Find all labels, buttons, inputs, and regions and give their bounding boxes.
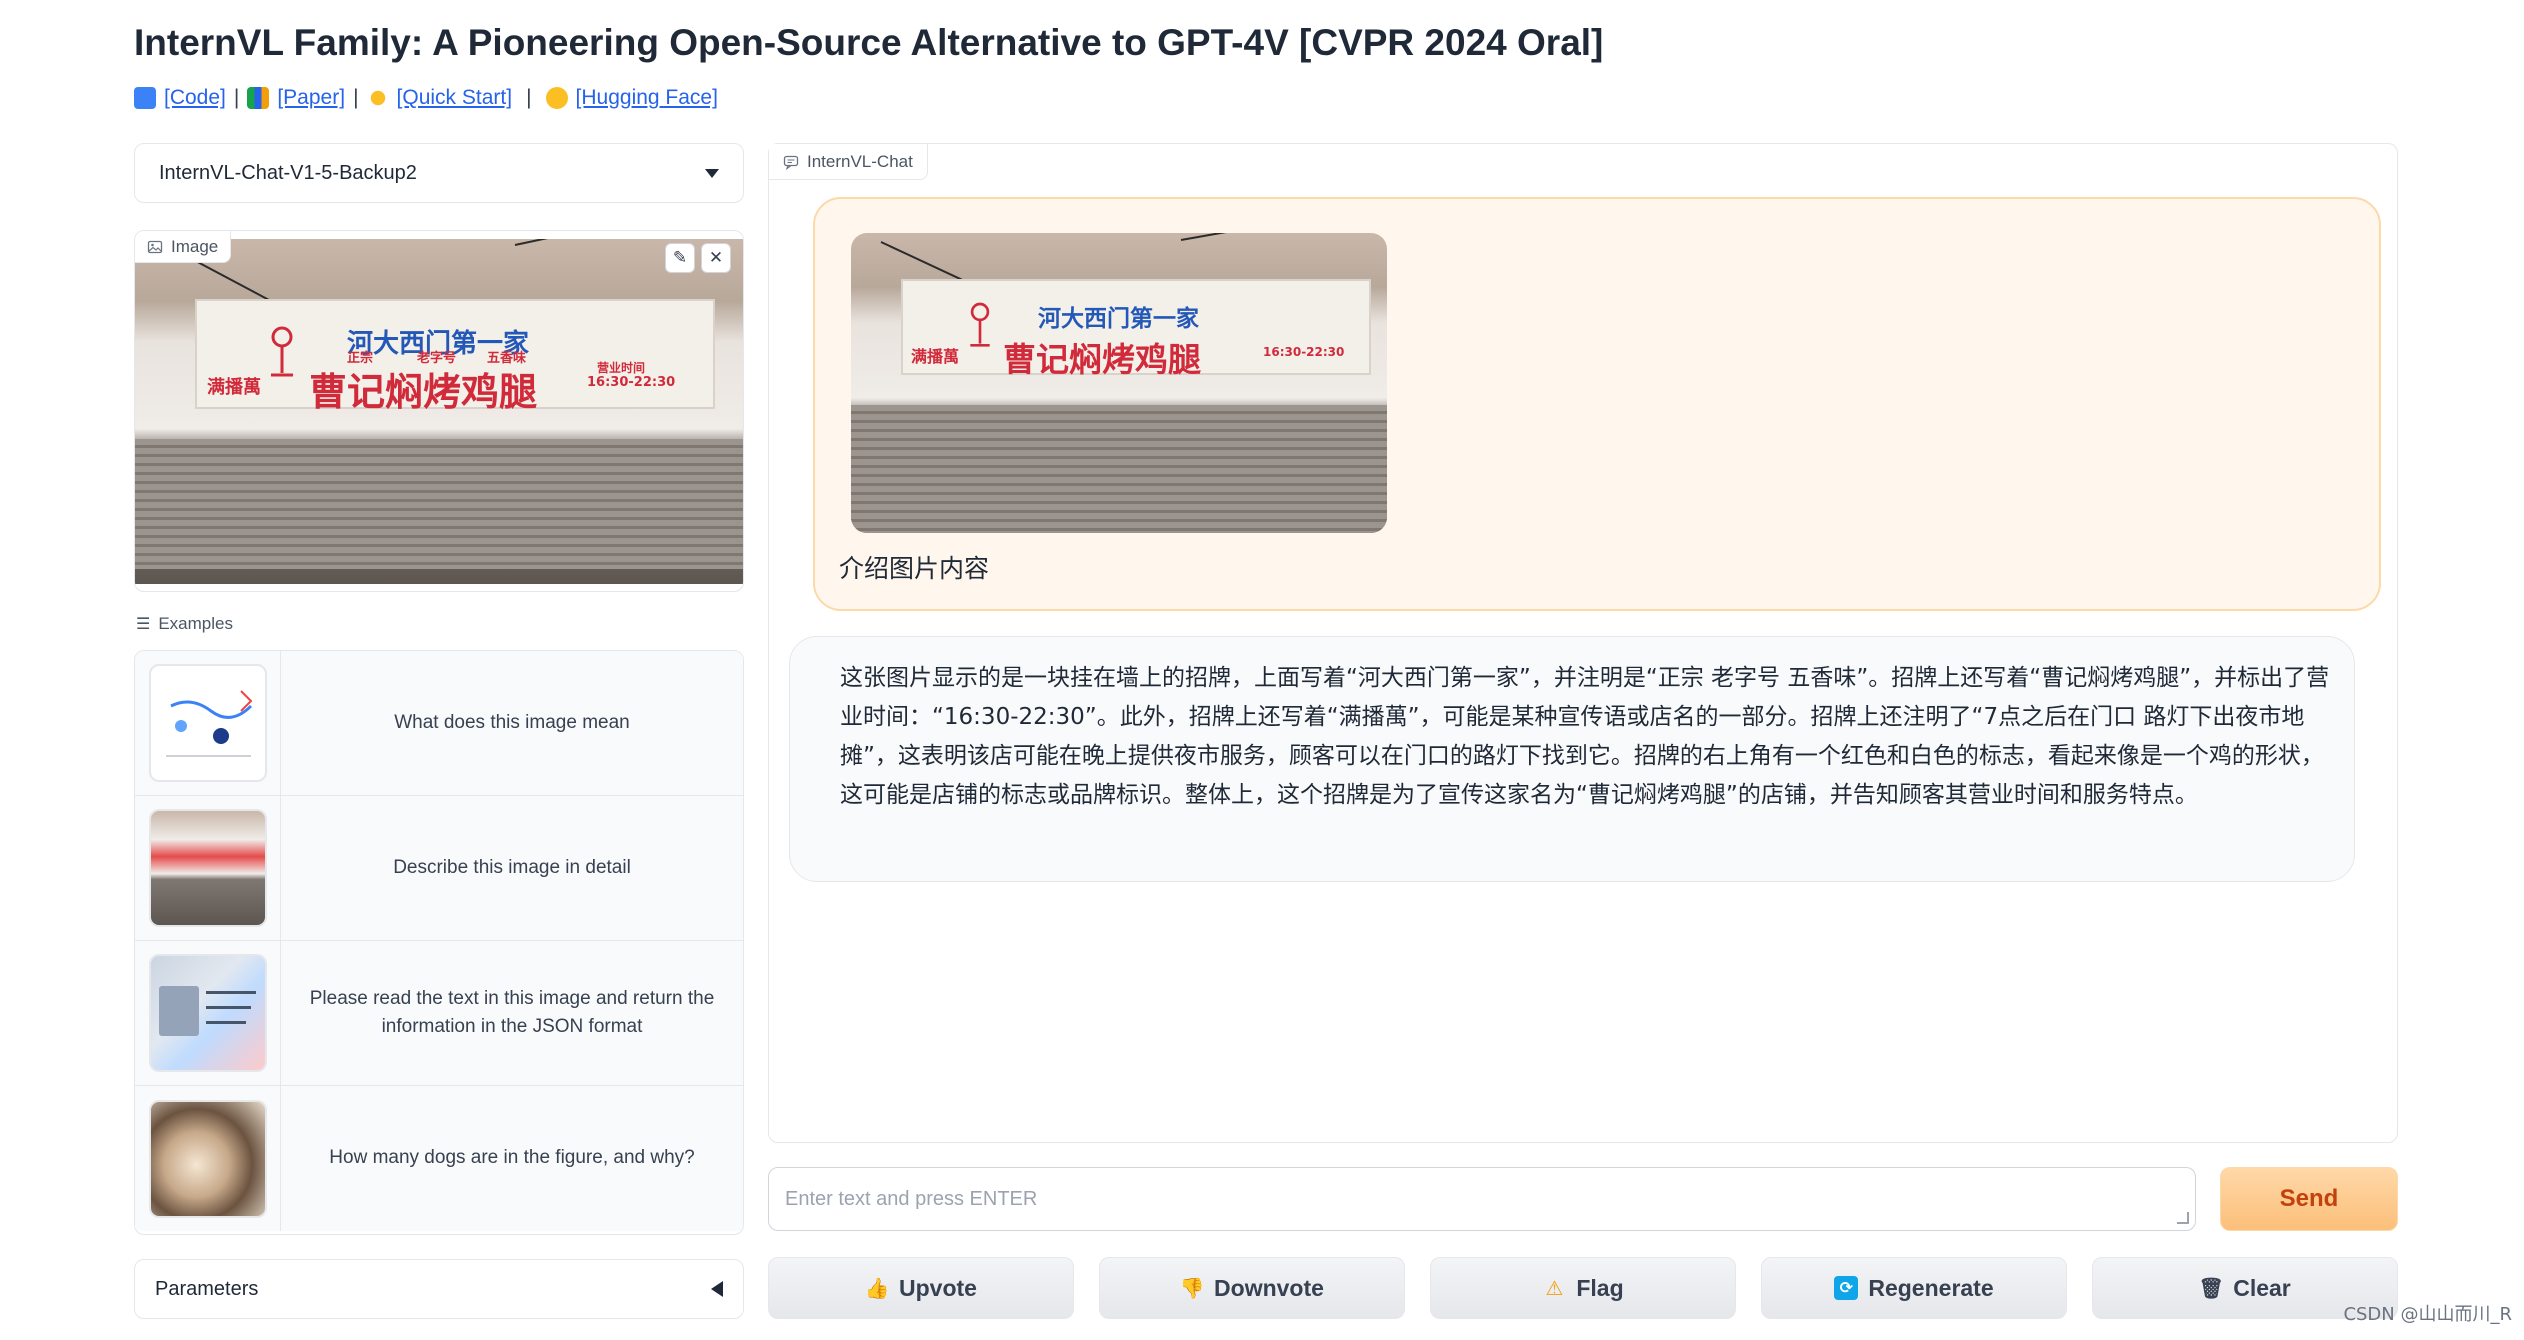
image-upload-panel[interactable]: Image ✎ ✕ 河大西门第一家 正宗 老字号 五香味 曹记焖烤鸡腿 满播萬 …: [134, 230, 744, 592]
upvote-button[interactable]: 👍 Upvote: [768, 1257, 1074, 1319]
parameters-accordion[interactable]: Parameters: [134, 1259, 744, 1319]
example-row[interactable]: What does this image mean: [135, 651, 743, 796]
refresh-icon: ⟳: [1834, 1276, 1859, 1300]
example-thumbnail: [148, 954, 267, 1072]
chat-panel: InternVL-Chat 河大西门第一家 曹记焖烤鸡腿 满播萬 16:30-2…: [768, 143, 2398, 1143]
model-select-value: InternVL-Chat-V1-5-Backup2: [159, 161, 417, 184]
example-thumbnail: [148, 1099, 267, 1218]
close-icon: ✕: [708, 248, 724, 267]
chat-input[interactable]: Enter text and press ENTER: [768, 1167, 2196, 1231]
user-message: 河大西门第一家 曹记焖烤鸡腿 满播萬 16:30-22:30 介绍图片内容: [813, 197, 2381, 611]
image-panel-label: Image: [135, 231, 232, 263]
user-message-text: 介绍图片内容: [839, 554, 990, 583]
thumbs-up-icon: 👍: [864, 1277, 890, 1300]
example-text: How many dogs are in the figure, and why…: [329, 1147, 695, 1169]
shop-sign: 河大西门第一家 曹记焖烤鸡腿 满播萬 16:30-22:30: [901, 279, 1371, 379]
resize-handle-icon[interactable]: [2177, 1212, 2189, 1224]
laptop-icon: [134, 87, 156, 109]
model-select[interactable]: InternVL-Chat-V1-5-Backup2: [134, 143, 744, 203]
sun-icon: [366, 87, 389, 109]
edit-image-button[interactable]: ✎: [665, 243, 695, 273]
trash-icon: 🗑: [2198, 1277, 2224, 1300]
example-text: Please read the text in this image and r…: [309, 987, 715, 1038]
regenerate-button[interactable]: ⟳ Regenerate: [1761, 1257, 2067, 1319]
books-icon: [247, 87, 270, 109]
thumbs-down-icon: 👎: [1179, 1277, 1205, 1300]
chat-input-placeholder: Enter text and press ENTER: [785, 1187, 1038, 1210]
chat-panel-label: InternVL-Chat: [769, 144, 928, 180]
collapse-arrow-icon: [711, 1281, 723, 1297]
header-links: [Code] | [Paper] | [Quick Start] | [Hugg…: [134, 86, 718, 110]
watermark: CSDN @山山而川_R: [2343, 1304, 2512, 1325]
uploaded-image: 河大西门第一家 正宗 老字号 五香味 曹记焖烤鸡腿 满播萬 营业时间 16:30…: [135, 239, 743, 584]
example-row[interactable]: How many dogs are in the figure, and why…: [135, 1086, 743, 1231]
example-thumbnail: [148, 809, 267, 927]
chicken-logo-icon: [970, 302, 990, 347]
page-title: InternVL Family: A Pioneering Open-Sourc…: [134, 22, 1604, 63]
send-button[interactable]: Send: [2220, 1167, 2398, 1231]
remove-image-button[interactable]: ✕: [701, 243, 731, 273]
hugging-face-icon: [545, 87, 568, 109]
example-text: What does this image mean: [394, 711, 630, 733]
shop-sign: 河大西门第一家 正宗 老字号 五香味 曹记焖烤鸡腿 满播萬 营业时间 16:30…: [195, 299, 715, 414]
image-icon: [147, 240, 163, 253]
chicken-logo-icon: [271, 326, 293, 377]
examples-table: What does this image mean Describe this …: [134, 650, 744, 1235]
example-thumbnail: [148, 664, 267, 782]
example-row[interactable]: Describe this image in detail: [135, 796, 743, 941]
pencil-icon: ✎: [672, 248, 688, 267]
list-icon: ☰: [136, 616, 151, 633]
bot-message: 这张图片显示的是一块挂在墙上的招牌，上面写着“河大西门第一家”，并注明是“正宗 …: [789, 636, 2355, 882]
flag-button[interactable]: ⚠ Flag: [1430, 1257, 1736, 1319]
example-row[interactable]: Please read the text in this image and r…: [135, 941, 743, 1086]
paper-link[interactable]: [Paper]: [277, 86, 345, 110]
example-text: Describe this image in detail: [393, 856, 631, 878]
hugging-face-link[interactable]: [Hugging Face]: [576, 86, 718, 110]
user-message-image: 河大西门第一家 曹记焖烤鸡腿 满播萬 16:30-22:30: [851, 233, 1387, 533]
chevron-down-icon: [705, 168, 719, 178]
code-link[interactable]: [Code]: [164, 86, 226, 110]
downvote-button[interactable]: 👎 Downvote: [1099, 1257, 1405, 1319]
parameters-label: Parameters: [155, 1277, 259, 1300]
chat-icon: [783, 155, 799, 170]
examples-label: ☰ Examples: [136, 614, 233, 633]
quick-start-link[interactable]: [Quick Start]: [397, 86, 513, 110]
warning-icon: ⚠: [1545, 1277, 1564, 1300]
